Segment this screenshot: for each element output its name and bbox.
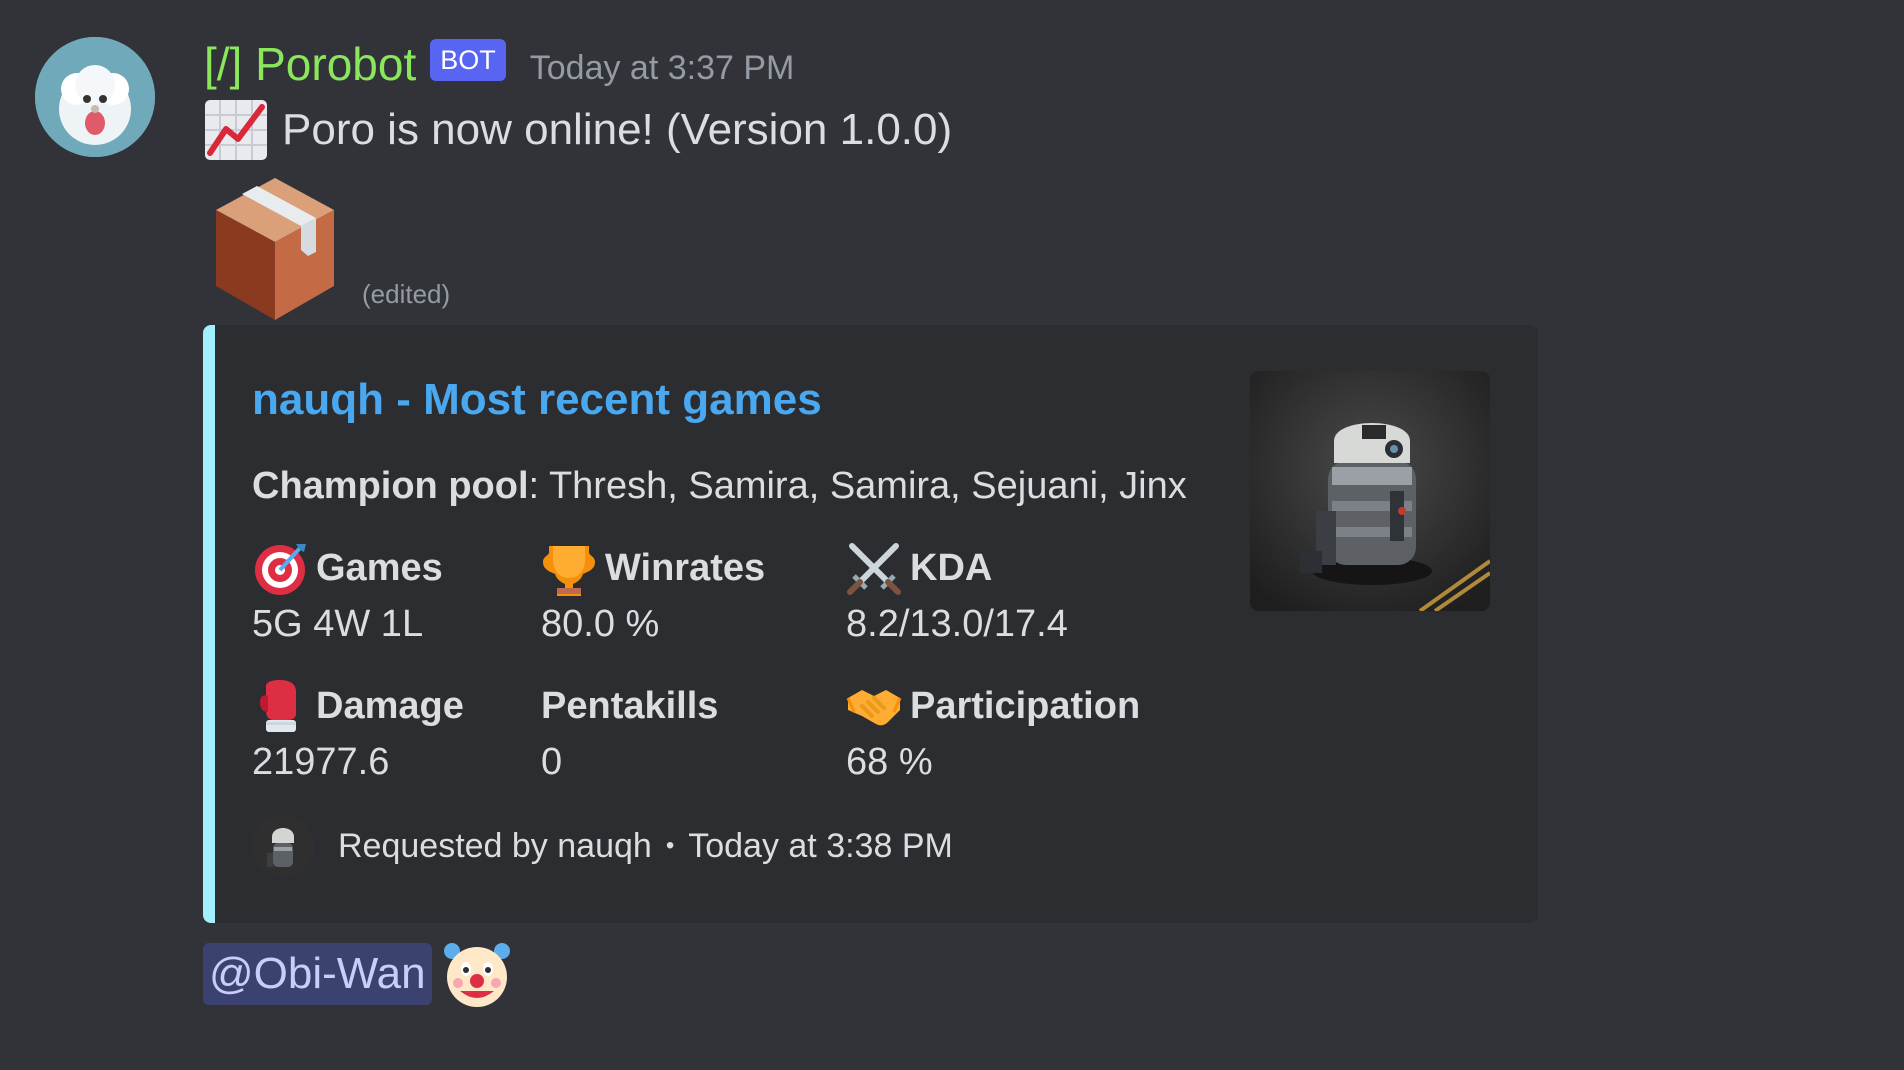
embed-description: Champion pool: Thresh, Samira, Samira, S… <box>252 465 1187 508</box>
field-value: 8.2/13.0/17.4 <box>846 603 1068 645</box>
field-damage: Damage 21977.6 <box>252 677 464 784</box>
champion-pool-label: Champion pool <box>252 465 529 507</box>
trophy-icon <box>543 546 595 596</box>
user-mention[interactable]: @Obi-Wan <box>203 943 432 1005</box>
field-name-label: Winrates <box>605 546 766 589</box>
crossed-swords-icon <box>847 543 901 595</box>
droid-thumbnail-icon <box>1250 371 1490 611</box>
target-icon <box>255 544 306 595</box>
boxing-glove-icon <box>260 680 296 732</box>
package-icon <box>216 178 334 320</box>
mention-row: @Obi-Wan <box>203 938 512 1010</box>
field-value: 68 % <box>846 741 933 783</box>
embed-card: nauqh - Most recent games Champion pool:… <box>203 325 1538 923</box>
field-pentakills: Pentakills 0 <box>541 677 718 784</box>
message-header: [/] Porobot BOT Today at 3:37 PM <box>204 34 794 94</box>
field-kda: KDA 8.2/13.0/17.4 <box>846 539 1068 646</box>
bot-avatar[interactable] <box>35 37 155 157</box>
bot-tag: BOT <box>430 39 506 81</box>
clown-face-icon <box>443 943 510 1007</box>
field-value: 0 <box>541 741 563 783</box>
field-name-label: Damage <box>316 684 464 727</box>
field-name-label: Pentakills <box>541 684 719 727</box>
field-name-label: Participation <box>910 684 1141 727</box>
droid-avatar-icon <box>252 815 314 877</box>
field-participation: Participation 68 % <box>846 677 1140 784</box>
message-text: Poro is now online! (Version 1.0.0) <box>282 105 953 154</box>
field-winrates: Winrates 80.0 % <box>541 539 765 646</box>
poro-avatar-icon <box>35 37 155 157</box>
emoji-row: (edited) <box>212 172 450 322</box>
embed-accent-bar <box>203 325 215 923</box>
message-timestamp[interactable]: Today at 3:37 PM <box>530 49 795 88</box>
footer-requested-by: Requested by nauqh <box>338 826 652 865</box>
author-username[interactable]: [/] Porobot <box>204 37 416 91</box>
handshake-icon <box>846 690 902 726</box>
chat-message: [/] Porobot BOT Today at 3:37 PM Poro is… <box>0 0 1904 1070</box>
footer-avatar <box>252 815 314 877</box>
footer-separator: • <box>665 832 675 859</box>
footer-timestamp: Today at 3:38 PM <box>688 826 953 865</box>
field-name-label: KDA <box>910 546 993 589</box>
field-value: 5G 4W 1L <box>252 603 424 645</box>
embed-thumbnail[interactable] <box>1250 371 1490 611</box>
message-content: Poro is now online! (Version 1.0.0) <box>204 98 952 162</box>
chart-increasing-icon <box>205 100 267 160</box>
champion-pool-value: : Thresh, Samira, Samira, Sejuani, Jinx <box>528 465 1187 507</box>
field-name-label: Games <box>316 546 443 589</box>
embed-title-link[interactable]: nauqh - Most recent games <box>252 375 822 425</box>
field-value: 21977.6 <box>252 741 390 783</box>
field-games: Games 5G 4W 1L <box>252 539 443 646</box>
embed-footer: Requested by nauqh • Today at 3:38 PM <box>252 815 953 877</box>
edited-label: (edited) <box>362 279 451 309</box>
field-value: 80.0 % <box>541 603 660 645</box>
